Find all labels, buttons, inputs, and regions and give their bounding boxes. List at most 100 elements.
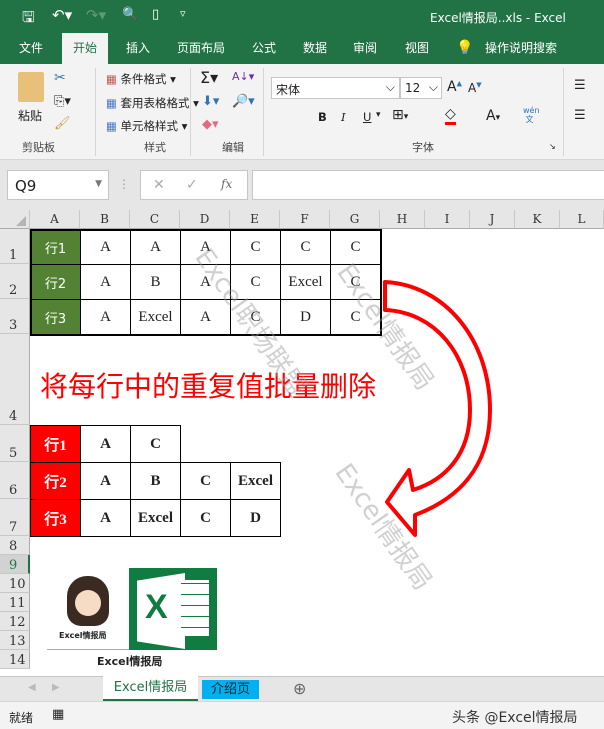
column-header[interactable]: B [80, 210, 130, 229]
table-cell[interactable]: C [280, 229, 331, 265]
cell-styles-button[interactable]: ▦ 单元格样式 ▾ [106, 118, 187, 134]
autosum-icon[interactable]: Σ▾ [200, 68, 218, 87]
read-mode-icon[interactable]: ▯ [152, 7, 159, 22]
fill-icon[interactable]: ⬇▾ [202, 94, 219, 109]
cancel-icon[interactable]: ✕ [153, 177, 165, 193]
worksheet-grid[interactable]: ABCDEFGHIJKL 1 2 3 4 5 6 7 8 9 10 11 12 13 14 行1 A A A C C… [0, 210, 604, 676]
print-preview-icon[interactable]: 🔍 [122, 7, 138, 22]
table-cell[interactable]: C [230, 229, 281, 265]
row-header[interactable]: 1 [0, 229, 30, 264]
tell-me-search[interactable]: 操作说明搜索 [480, 33, 562, 64]
table-cell[interactable]: B [130, 264, 181, 300]
column-header[interactable]: D [180, 210, 230, 229]
paste-button[interactable]: 粘贴 [18, 107, 42, 124]
redo-icon[interactable]: ↷▾ [86, 6, 106, 24]
fill-color-icon[interactable]: ◇ [445, 106, 456, 125]
add-sheet-icon[interactable]: ⊕ [293, 679, 306, 698]
copy-icon[interactable]: ⎘▾ [54, 94, 71, 109]
table-cell[interactable]: D [280, 299, 331, 335]
font-color-icon[interactable]: A▾ [486, 108, 500, 124]
table-cell[interactable]: A [80, 425, 131, 463]
table-cell[interactable]: A [80, 499, 131, 537]
row-header[interactable]: 9 [0, 555, 30, 574]
insert-function-icon[interactable]: fx [221, 177, 232, 191]
table-cell[interactable]: Excel [130, 499, 181, 537]
scroll-right-icon[interactable]: ▶ [52, 682, 60, 693]
column-header[interactable]: E [230, 210, 280, 229]
font-name-select[interactable]: 宋体 ⌵ [271, 77, 400, 99]
row-header[interactable]: 14 [0, 650, 30, 669]
save-icon[interactable]: 🖫 [22, 7, 35, 32]
table-cell[interactable]: D [230, 499, 281, 537]
column-header[interactable]: J [470, 210, 515, 229]
drag-handle-icon[interactable]: ⋮ [118, 177, 130, 191]
table-cell[interactable]: Excel [280, 264, 331, 300]
align-left-icon[interactable]: ☰ [574, 108, 586, 123]
table-cell[interactable]: B [130, 462, 181, 500]
column-header[interactable]: A [30, 210, 80, 229]
tab-review[interactable]: 审阅 [344, 33, 386, 64]
paste-icon[interactable] [18, 72, 44, 102]
row-header[interactable]: 4 [0, 334, 30, 425]
find-icon[interactable]: 🔎▾ [232, 94, 255, 109]
column-header[interactable]: F [280, 210, 330, 229]
row-label-cell[interactable]: 行1 [30, 229, 81, 265]
select-all-corner[interactable] [0, 210, 30, 229]
table-cell[interactable]: A [80, 299, 131, 335]
grow-font-icon[interactable]: A▲ [447, 79, 462, 95]
enter-icon[interactable]: ✓ [186, 177, 198, 193]
table-cell[interactable]: A [80, 229, 131, 265]
table-cell[interactable]: C [180, 462, 231, 500]
clear-icon[interactable]: ◆▾ [202, 117, 219, 132]
shrink-font-icon[interactable]: A▼ [468, 81, 482, 95]
bold-button[interactable]: B [318, 110, 327, 124]
dialog-launcher-icon[interactable]: ↘ [549, 142, 556, 151]
tab-formulas[interactable]: 公式 [243, 33, 285, 64]
customize-toolbar-icon[interactable]: ▿ [180, 7, 186, 20]
column-header[interactable]: K [515, 210, 560, 229]
macro-record-icon[interactable]: ▦ [52, 707, 64, 722]
tab-home[interactable]: 开始 [62, 33, 108, 64]
format-painter-icon[interactable]: 🖌 [54, 116, 71, 131]
tab-data[interactable]: 数据 [294, 33, 336, 64]
row-label-cell[interactable]: 行2 [30, 264, 81, 300]
tab-insert[interactable]: 插入 [115, 33, 161, 64]
column-header[interactable]: G [330, 210, 380, 229]
row-header[interactable]: 13 [0, 631, 30, 650]
undo-icon[interactable]: ↶▾ [52, 6, 72, 24]
column-header[interactable]: H [380, 210, 425, 229]
column-header[interactable]: C [130, 210, 180, 229]
sort-filter-icon[interactable]: A↓▾ [232, 70, 254, 83]
cut-icon[interactable]: ✂ [54, 70, 66, 86]
chevron-down-icon[interactable]: ▾ [376, 110, 381, 120]
formula-input[interactable] [252, 170, 604, 200]
table-cell[interactable]: Excel [130, 299, 181, 335]
row-label-cell[interactable]: 行2 [30, 462, 81, 500]
row-label-cell[interactable]: 行3 [30, 299, 81, 335]
column-header[interactable]: I [425, 210, 470, 229]
row-header[interactable]: 10 [0, 574, 30, 593]
row-header[interactable]: 12 [0, 612, 30, 631]
borders-icon[interactable]: ⊞▾ [392, 107, 408, 123]
italic-button[interactable]: I [341, 110, 346, 124]
row-label-cell[interactable]: 行3 [30, 499, 81, 537]
conditional-format-button[interactable]: ▦ 条件格式 ▾ [106, 71, 176, 87]
row-header[interactable]: 2 [0, 264, 30, 299]
name-box[interactable]: Q9 ▼ [7, 170, 109, 200]
phonetic-guide-icon[interactable]: wén 文 [523, 106, 540, 124]
table-cell[interactable]: C [180, 499, 231, 537]
sheet-tab-intro[interactable]: 介绍页 [202, 680, 259, 699]
table-cell[interactable]: A [130, 229, 181, 265]
align-top-icon[interactable]: ☰ [574, 78, 586, 93]
table-cell[interactable]: Excel [230, 462, 281, 500]
scroll-left-icon[interactable]: ◀ [28, 682, 36, 693]
table-cell[interactable]: C [130, 425, 181, 463]
sheet-tab-excel[interactable]: Excel情报局 [103, 676, 198, 701]
format-as-table-button[interactable]: ▦ 套用表格格式 ▾ [106, 95, 199, 111]
tab-file[interactable]: 文件 [8, 33, 54, 64]
tab-view[interactable]: 视图 [396, 33, 438, 64]
row-header[interactable]: 5 [0, 425, 30, 462]
row-header[interactable]: 3 [0, 299, 30, 334]
row-header[interactable]: 11 [0, 593, 30, 612]
row-header[interactable]: 6 [0, 462, 30, 499]
